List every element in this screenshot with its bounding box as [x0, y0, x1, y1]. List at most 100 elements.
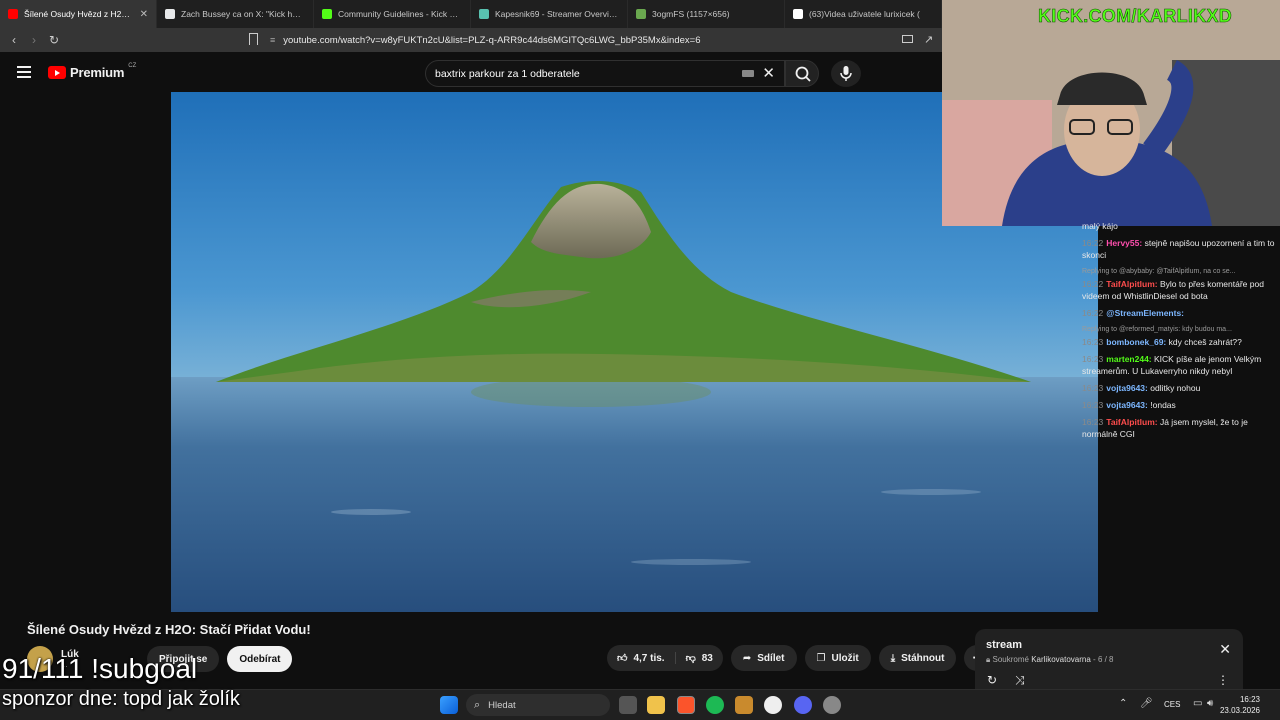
search-icon: ⌕ — [474, 698, 481, 711]
browser-tab[interactable]: Community Guidelines - Kick Stream — [314, 0, 471, 28]
address-bar[interactable]: ≡ youtube.com/watch?v=w8yFUKTn2cU&list=P… — [270, 33, 930, 47]
search-button[interactable] — [785, 60, 819, 87]
save-button[interactable]: ❐ Uložit — [804, 645, 871, 671]
search-input[interactable]: baxtrix parkour za 1 odberatele ✕ — [425, 60, 785, 87]
playlist-meta: 🔒︎ Soukromé Karlikovatovarna - 6 / 8 — [986, 655, 1232, 665]
download-label: Stáhnout — [901, 652, 945, 664]
keyboard-icon[interactable] — [742, 70, 754, 77]
region-code: CZ — [128, 62, 137, 69]
tiktok-icon — [793, 9, 803, 19]
tab-title: Zach Bussey ca on X: "Kick has entire — [181, 9, 305, 19]
lock-icon: 🔒︎ — [986, 655, 991, 664]
browser-toolbar: ‹ › ↻ ≡ youtube.com/watch?v=w8yFUKTn2cU&… — [0, 28, 942, 52]
loop-icon[interactable]: ↻ — [987, 673, 997, 687]
save-label: Uložit — [831, 652, 859, 664]
chat-username[interactable]: vojta9643: — [1106, 400, 1148, 410]
shuffle-icon[interactable]: ⤨ — [1015, 673, 1025, 688]
brave-browser-icon[interactable] — [677, 696, 695, 714]
playlist-menu-icon[interactable]: ⋮ — [1217, 673, 1229, 687]
chat-text: odlitky nohou — [1150, 383, 1201, 393]
taskbar-search[interactable]: ⌕ Hledat — [466, 694, 610, 716]
stream-chat-overlay: malý kájo 16:22 Hervy55: stejně napišou up… — [1082, 220, 1280, 480]
bookmark-icon[interactable] — [249, 33, 258, 45]
system-clock[interactable]: 16:23 23.03.2026 — [1220, 694, 1260, 716]
chat-timestamp: 16:22 — [1082, 308, 1104, 318]
sponsor-overlay: sponzor dne: topd jak žolík — [2, 688, 240, 710]
chat-reply-context: Replying to @reformed_matyis: kdy budou … — [1082, 326, 1232, 333]
microphone-icon — [840, 66, 852, 81]
menu-icon[interactable] — [17, 66, 31, 78]
keyboard-language[interactable]: CES — [1164, 700, 1180, 709]
chat-timestamp: 16:23 — [1082, 337, 1104, 347]
chat-reply-context: Replying to @abybaby: @TaifAlpitlum, na … — [1082, 268, 1236, 275]
bookmark-save-icon: ❐ — [816, 652, 826, 664]
browser-tab[interactable]: Kapesnik69 - Streamer Overview & S — [471, 0, 628, 28]
spotify-icon[interactable] — [706, 696, 724, 714]
chat-message: 16:23 marten244: KICK píše ale jenom Velk… — [1082, 353, 1280, 377]
network-icon[interactable]: ▭ — [1193, 698, 1202, 709]
back-icon[interactable]: ‹ — [4, 33, 24, 47]
tray-chevron-icon[interactable]: ⌃ — [1119, 698, 1127, 709]
video-actions: 👍︎ 4,7 tis. 👎︎ 83 ➦ Sdílet ❐ Uložit ⤓ Stáhn… — [607, 645, 991, 671]
download-button[interactable]: ⤓ Stáhnout — [878, 645, 957, 671]
chat-timestamp: 16:23 — [1082, 383, 1104, 393]
youtube-premium-logo[interactable]: Premium CZ — [48, 62, 137, 80]
reload-icon[interactable]: ↻ — [44, 33, 64, 47]
dislike-button[interactable]: 👎︎ 83 — [676, 652, 723, 665]
kick-url-overlay: KICK.COM/KARLIKXD — [1038, 6, 1233, 27]
tab-title: Kapesnik69 - Streamer Overview & S — [495, 9, 619, 19]
like-button[interactable]: 👍︎ 4,7 tis. — [607, 652, 676, 664]
chat-username[interactable]: @StreamElements: — [1106, 308, 1184, 318]
chat-message: 16:23 vojta9643: !ondas — [1082, 399, 1280, 411]
playlist-position: 6 / 8 — [1097, 655, 1114, 664]
share-page-icon[interactable]: ↗ — [924, 33, 933, 46]
forward-icon[interactable]: › — [24, 33, 44, 47]
browser-tab[interactable]: Šílené Osudy Hvězd z H2O: S ✕ — [0, 0, 157, 28]
clear-search-icon[interactable]: ✕ — [762, 64, 775, 82]
microphone-tray-icon[interactable]: 🎤︎ — [1140, 698, 1153, 709]
separator: - — [1093, 655, 1096, 664]
volume-icon[interactable]: 🔊︎ — [1207, 698, 1213, 709]
chat-timestamp: 16:23 — [1082, 417, 1104, 427]
subscribe-button[interactable]: Odebírat — [227, 646, 293, 672]
settings-icon[interactable] — [823, 696, 841, 714]
tab-title: Šílené Osudy Hvězd z H2O: S — [24, 9, 134, 19]
chat-username[interactable]: vojta9643: — [1106, 383, 1148, 393]
tab-title: Community Guidelines - Kick Stream — [338, 9, 462, 19]
browser-tab[interactable]: (63)Videa uživatele lurixicek ( — [785, 0, 942, 28]
discord-icon[interactable] — [794, 696, 812, 714]
like-dislike-group: 👍︎ 4,7 tis. 👎︎ 83 — [607, 645, 723, 671]
close-playlist-icon[interactable]: ✕ — [1219, 641, 1231, 658]
browser-tab[interactable]: 3ogmFS (1157×656) — [628, 0, 785, 28]
chat-message: 16:22 @StreamElements: — [1082, 307, 1280, 319]
browser-tab[interactable]: Zach Bussey ca on X: "Kick has entire — [157, 0, 314, 28]
share-button[interactable]: ➦ Sdílet — [730, 645, 797, 671]
chat-username[interactable]: TaifAlpitlum: — [1106, 279, 1157, 289]
cast-icon[interactable] — [902, 35, 913, 43]
site-info-icon[interactable]: ≡ — [270, 35, 275, 45]
app-icon[interactable] — [735, 696, 753, 714]
chat-message: Replying to @abybaby: @TaifAlpitlum, na … — [1082, 266, 1280, 302]
task-view-icon[interactable] — [619, 696, 637, 714]
clock-time: 16:23 — [1239, 695, 1260, 704]
chat-username[interactable]: TaifAlpitlum: — [1106, 417, 1157, 427]
file-explorer-icon[interactable] — [647, 696, 665, 714]
playlist-owner[interactable]: Karlikovatovarna — [1031, 655, 1091, 664]
ccleaner-icon[interactable] — [764, 696, 782, 714]
windows-start-icon[interactable] — [440, 696, 458, 714]
chat-username[interactable]: Hervy55: — [1106, 238, 1142, 248]
chat-text: malý kájo — [1082, 221, 1118, 231]
chat-text: kdy chceš zahrát?? — [1168, 337, 1242, 347]
voice-search-button[interactable] — [831, 60, 861, 87]
chat-message: Replying to @reformed_matyis: kdy budou … — [1082, 324, 1280, 348]
thumbs-up-icon: 👍︎ — [617, 653, 628, 664]
x-icon — [165, 9, 175, 19]
share-label: Sdílet — [757, 652, 785, 664]
chat-username[interactable]: marten244: — [1106, 354, 1151, 364]
close-tab-icon[interactable]: ✕ — [140, 9, 148, 20]
playlist-title[interactable]: stream — [986, 639, 1232, 651]
chat-timestamp: 16:22 — [1082, 279, 1104, 289]
subgoal-overlay: 91/111 !subgoal — [2, 653, 198, 684]
chat-username[interactable]: bombonek_69: — [1106, 337, 1166, 347]
playlist-privacy: Soukromé — [992, 655, 1029, 664]
